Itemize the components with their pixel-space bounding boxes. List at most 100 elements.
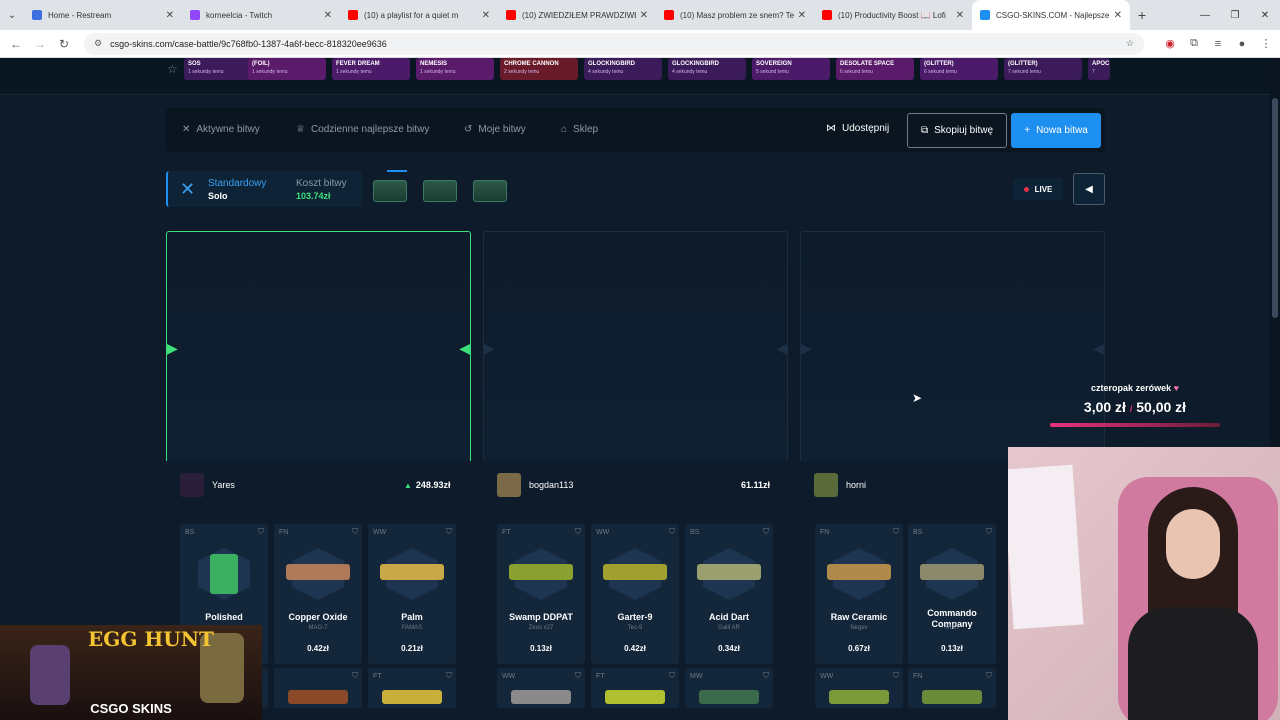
forward-icon[interactable]: → — [28, 37, 52, 51]
item-card[interactable]: BS ⛉ Acid Dart Galil AR 0.34zł — [685, 524, 773, 664]
drop-item[interactable]: SOVEREIGN 5 sekund temu — [752, 58, 830, 80]
close-tab-icon[interactable]: ✕ — [798, 10, 806, 21]
battle-nav: ✕ Aktywne bitwy ♕ Codzienne najlepsze bitw… — [166, 108, 1105, 152]
drop-item[interactable]: (FOIL) 1 sekundę temu — [248, 58, 326, 80]
skin-image — [827, 564, 891, 580]
item-card[interactable]: WW ⛉ — [815, 668, 903, 708]
shield-icon: ⛉ — [986, 671, 992, 680]
item-card[interactable]: FT ⛉ — [591, 668, 679, 708]
menu-kebab-icon[interactable]: ⋮ — [1254, 37, 1278, 50]
skin-image — [380, 564, 444, 580]
nav-daily-top[interactable]: ♕ Codzienne najlepsze bitwy — [296, 124, 429, 135]
share-button[interactable]: ⋈ Udostępnij — [826, 123, 889, 134]
skin-image — [210, 554, 238, 594]
nav-active-battles[interactable]: ✕ Aktywne bitwy — [182, 124, 260, 135]
sound-toggle-button[interactable]: ◀ — [1073, 173, 1105, 205]
drop-item[interactable]: FEVER DREAM 1 sekundę temu — [332, 58, 410, 80]
item-card[interactable]: FT ⛉ Swamp DDPAT Zeus x27 0.13zł — [497, 524, 585, 664]
close-tab-icon[interactable]: ✕ — [640, 10, 648, 21]
close-window-icon[interactable]: ✕ — [1250, 10, 1280, 21]
extensions-puzzle-icon[interactable]: ⧉ — [1182, 37, 1206, 50]
tab-youtube-lofi[interactable]: (10) Productivity Boost 📖 Lofi ✕ — [814, 0, 972, 30]
arrow-up-icon: ▲ — [404, 480, 412, 490]
tab-csgo-skins[interactable]: CSGO-SKINS.COM - Najlepsze ✕ — [972, 0, 1130, 30]
case-thumbnail[interactable] — [423, 180, 457, 202]
drop-item[interactable]: DESOLATE SPACE 6 sekund temu — [836, 58, 914, 80]
tab-restream[interactable]: Home - Restream ✕ — [24, 0, 182, 30]
close-tab-icon[interactable]: ✕ — [956, 10, 964, 21]
item-card[interactable]: FN ⛉ Raw Ceramic Negev 0.67zł — [815, 524, 903, 664]
nav-shop[interactable]: ⌂ Sklep — [561, 124, 598, 135]
twitch-favicon-icon — [190, 10, 200, 20]
trophy-icon: ♕ — [296, 124, 305, 135]
drop-item[interactable]: NEMESIS 1 sekundę temu — [416, 58, 494, 80]
tab-youtube-zwiedzilem[interactable]: (10) ZWIEDZIŁEM PRAWDZIWE ✕ — [498, 0, 656, 30]
drop-item[interactable]: APOC 7 — [1088, 58, 1110, 80]
skin-image — [603, 564, 667, 580]
skin-image — [920, 564, 984, 580]
item-card[interactable]: WW ⛉ Garter-9 Tec-9 0.42zł — [591, 524, 679, 664]
copy-icon: ⧉ — [920, 125, 929, 136]
close-tab-icon[interactable]: ✕ — [324, 10, 332, 21]
avatar[interactable] — [497, 473, 521, 497]
item-card[interactable]: BS ⛉ Commando Company AUG 0.13zł — [908, 524, 996, 664]
drop-item[interactable]: (GLITTER) 6 sekund temu — [920, 58, 998, 80]
live-dot-icon — [1023, 186, 1029, 192]
item-card[interactable]: MW ⛉ — [685, 668, 773, 708]
drop-item[interactable]: (GLITTER) 7 sekund temu — [1004, 58, 1082, 80]
tab-youtube-sen[interactable]: (10) Masz problem ze snem? Te ✕ — [656, 0, 814, 30]
plus-icon: + — [1024, 125, 1031, 136]
skin-image — [829, 690, 889, 704]
new-battle-button[interactable]: + Nowa bitwa — [1011, 113, 1101, 148]
shield-icon: ⛉ — [258, 527, 264, 536]
close-tab-icon[interactable]: ✕ — [166, 10, 174, 21]
nav-my-battles[interactable]: ↺ Moje bitwy — [464, 124, 526, 135]
item-card[interactable]: FT ⛉ — [368, 668, 456, 708]
url-field[interactable]: ⚙ csgo-skins.com/case-battle/9c768fb0-13… — [84, 32, 1144, 55]
profile-avatar-icon[interactable]: ● — [1230, 38, 1254, 50]
drop-item[interactable]: GLOCKINGBIRD 4 sekundy temu — [668, 58, 746, 80]
shield-icon: ⛉ — [893, 671, 899, 680]
restore-icon[interactable]: ❐ — [1220, 10, 1250, 21]
youtube-favicon-icon — [664, 10, 674, 20]
tab-twitch[interactable]: korneelcia - Twitch ✕ — [182, 0, 340, 30]
donation-progress-bar — [1050, 423, 1220, 427]
site-info-icon[interactable]: ⚙ — [94, 38, 102, 49]
back-icon[interactable]: ← — [4, 37, 28, 51]
case-thumbnail[interactable] — [373, 180, 407, 202]
bookmark-star-icon[interactable]: ☆ — [1126, 38, 1134, 49]
address-bar: ← → ↻ ⚙ csgo-skins.com/case-battle/9c768… — [0, 30, 1280, 58]
handwritten-sign — [1008, 464, 1084, 630]
character-figure — [30, 645, 70, 705]
browser-tab-bar: ⌄ Home - Restream ✕ korneelcia - Twitch ✕ … — [0, 0, 1280, 30]
youtube-favicon-icon — [348, 10, 358, 20]
skin-image — [699, 690, 759, 704]
battle-info: ✕ Standardowy Solo Koszt bitwy 103.74zł — [166, 171, 362, 207]
item-card[interactable]: WW ⛉ — [497, 668, 585, 708]
minimize-icon[interactable]: — — [1190, 10, 1220, 21]
new-tab-icon[interactable]: + — [1130, 7, 1154, 23]
item-card[interactable]: FN ⛉ — [908, 668, 996, 708]
avatar[interactable] — [814, 473, 838, 497]
media-control-icon[interactable]: ≡ — [1206, 38, 1230, 50]
tab-youtube-playlist[interactable]: (10) a playlist for a quiet m ✕ — [340, 0, 498, 30]
extension-icon[interactable]: ◉ — [1158, 37, 1182, 50]
close-tab-icon[interactable]: ✕ — [1114, 10, 1122, 21]
tab-search-icon[interactable]: ⌄ — [0, 10, 24, 21]
scrollbar-thumb[interactable] — [1272, 98, 1278, 318]
item-card[interactable]: FN ⛉ Copper Oxide MAG-7 0.42zł — [274, 524, 362, 664]
copy-battle-button[interactable]: ⧉ Skopiuj bitwę — [907, 113, 1007, 148]
skin-image — [286, 564, 350, 580]
pointer-left-icon: ◀ — [459, 340, 470, 356]
live-badge[interactable]: LIVE — [1013, 178, 1063, 200]
close-tab-icon[interactable]: ✕ — [482, 10, 490, 21]
case-thumbnail[interactable] — [473, 180, 507, 202]
drop-item[interactable]: CHROME CANNON 2 sekundy temu — [500, 58, 578, 80]
reload-icon[interactable]: ↻ — [52, 37, 76, 51]
drop-item[interactable]: GLOCKINGBIRD 4 sekundy temu — [584, 58, 662, 80]
favorite-star-icon[interactable]: ☆ — [167, 62, 178, 76]
pointer-right-icon: ▶ — [484, 340, 495, 356]
item-card[interactable]: ⛉ — [274, 668, 362, 708]
avatar[interactable] — [180, 473, 204, 497]
item-card[interactable]: WW ⛉ Palm FAMAS 0.21zł — [368, 524, 456, 664]
